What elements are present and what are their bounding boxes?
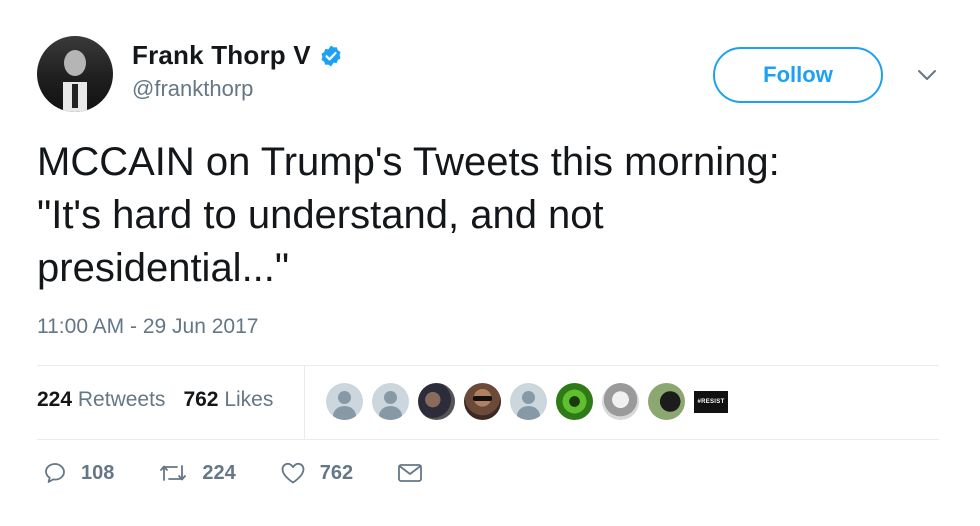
default-avatar[interactable] [372, 383, 409, 420]
like-action[interactable]: 762 [280, 461, 353, 485]
tweet-line: "It's hard to understand, and not [37, 193, 604, 237]
likes-count: 762 [183, 388, 219, 411]
verified-badge-icon [321, 45, 341, 66]
retweets-count: 224 [37, 388, 73, 411]
tweet-line: MCCAIN on Trump's Tweets this morning: [37, 140, 780, 184]
liker-avatars: #RESIST [326, 383, 728, 420]
envelope-icon [398, 464, 423, 482]
tweet-actions: 108 224 762 [43, 461, 481, 485]
divider [37, 439, 939, 440]
likes-label: Likes [224, 388, 274, 411]
resist-text: #RESIST [697, 398, 725, 405]
author-handle[interactable]: @frankthorp [132, 76, 253, 102]
retweet-action[interactable]: 224 [158, 461, 236, 485]
default-avatar[interactable] [510, 383, 547, 420]
author-name[interactable]: Frank Thorp V [132, 40, 311, 71]
like-count: 762 [319, 461, 354, 484]
avatar-head [64, 50, 86, 76]
chevron-down-icon[interactable] [917, 68, 937, 82]
stats-separator [304, 365, 305, 439]
bw-portrait-avatar[interactable] [602, 383, 639, 420]
green-eye-avatar[interactable] [556, 383, 593, 420]
direct-message-action[interactable] [397, 462, 437, 484]
photo-avatar[interactable] [418, 383, 455, 420]
tweet-text: MCCAIN on Trump's Tweets this morning: "… [37, 136, 937, 295]
resist-avatar[interactable]: #RESIST [694, 390, 728, 413]
avatar-tie [72, 84, 78, 108]
retweet-icon [160, 465, 187, 481]
reply-icon [45, 463, 65, 483]
tweet-line: presidential..." [37, 246, 290, 290]
author-name-row: Frank Thorp V [132, 40, 343, 71]
profile-avatar[interactable] [648, 383, 685, 420]
tweet-stats: 224 Retweets 762 Likes [37, 388, 291, 412]
tweet-timestamp[interactable]: 11:00 AM - 29 Jun 2017 [37, 315, 258, 339]
retweets-label: Retweets [77, 388, 166, 411]
reply-action[interactable]: 108 [43, 461, 114, 485]
retweet-count: 224 [202, 461, 236, 484]
sunglasses-avatar[interactable] [464, 383, 501, 420]
follow-button[interactable]: Follow [713, 47, 883, 103]
heart-icon [281, 462, 305, 484]
likes-stat[interactable]: 762 Likes [183, 388, 273, 412]
reply-count: 108 [81, 461, 115, 484]
default-avatar[interactable] [326, 383, 363, 420]
divider [37, 365, 939, 366]
author-avatar[interactable] [37, 36, 113, 112]
retweets-stat[interactable]: 224 Retweets [37, 388, 165, 412]
